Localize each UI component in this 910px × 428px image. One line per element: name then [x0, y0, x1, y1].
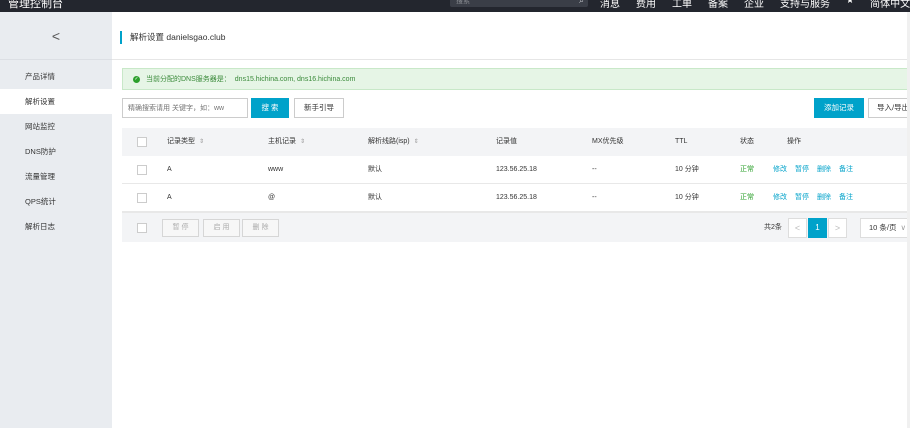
- record-type: A: [167, 194, 172, 201]
- delete-link[interactable]: 删除: [817, 166, 831, 173]
- sidebar-item-dns-protection[interactable]: DNS防护: [0, 139, 112, 164]
- record-line: 默认: [368, 194, 382, 201]
- add-record-button[interactable]: 添加记录: [814, 98, 864, 118]
- record-value: 123.56.25.18: [496, 166, 537, 173]
- record-status: 正常: [740, 166, 754, 173]
- dns-server-notice: ✓ 当前分配的DNS服务器是： dns15.hichina.com, dns16…: [122, 68, 910, 90]
- chevron-down-icon: ∨: [900, 223, 907, 232]
- sidebar-item-traffic-management[interactable]: 流量管理: [0, 164, 112, 189]
- footer-select-all-checkbox[interactable]: [137, 223, 147, 233]
- record-line: 默认: [368, 166, 382, 173]
- next-page-button[interactable]: >: [828, 218, 847, 238]
- edit-link[interactable]: 修改: [773, 194, 787, 201]
- remark-link[interactable]: 备注: [839, 166, 853, 173]
- batch-delete-button[interactable]: 删 除: [242, 219, 279, 237]
- search-button[interactable]: 搜 索: [251, 98, 289, 118]
- table-row: A @ 默认 123.56.25.18 -- 10 分钟 正常 修改 暂停 删除 备注: [122, 184, 910, 212]
- console-title[interactable]: 管理控制台: [8, 0, 63, 11]
- header-status: 状态: [740, 138, 754, 145]
- sidebar-item-product-detail[interactable]: 产品详情: [0, 64, 112, 89]
- record-value: 123.56.25.18: [496, 194, 537, 201]
- top-navbar: 管理控制台 搜索 ⌕ 消息 费用 工单 备案 企业 支持与服务 ★ 简体中文: [0, 0, 910, 12]
- row-checkbox[interactable]: [137, 193, 147, 203]
- record-mx: --: [592, 166, 597, 173]
- sidebar-item-site-monitor[interactable]: 网站监控: [0, 114, 112, 139]
- title-accent-bar: [120, 30, 122, 44]
- record-host: www: [268, 166, 284, 173]
- table-row: A www 默认 123.56.25.18 -- 10 分钟 正常 修改 暂停 删除…: [122, 156, 910, 184]
- page-header: 解析设置 danielsgao.club: [120, 30, 225, 44]
- sort-icon[interactable]: ⇕: [199, 139, 204, 145]
- nav-language[interactable]: 简体中文: [870, 0, 910, 10]
- global-search[interactable]: 搜索 ⌕: [450, 0, 588, 7]
- nav-enterprise[interactable]: 企业: [744, 0, 764, 10]
- bell-icon[interactable]: ★: [846, 0, 854, 10]
- dns-server-label: 当前分配的DNS服务器是：: [146, 76, 231, 83]
- sidebar-item-dns-settings[interactable]: 解析设置: [0, 89, 112, 114]
- guide-button[interactable]: 新手引导: [294, 98, 344, 118]
- import-export-button[interactable]: 导入/导出: [868, 98, 910, 118]
- record-search-field[interactable]: [122, 98, 248, 118]
- check-circle-icon: ✓: [133, 75, 140, 83]
- record-ttl: 10 分钟: [675, 166, 699, 173]
- sort-icon[interactable]: ⇕: [300, 139, 305, 145]
- main-content: 解析设置 danielsgao.club ✓ 当前分配的DNS服务器是： dns…: [112, 12, 910, 428]
- header-type[interactable]: 记录类型 ⇕: [167, 128, 204, 156]
- record-mx: --: [592, 194, 597, 201]
- header-ttl: TTL: [675, 138, 688, 145]
- dns-server-list: dns15.hichina.com, dns16.hichina.com: [234, 75, 356, 83]
- nav-icp[interactable]: 备案: [708, 0, 728, 10]
- nav-tickets[interactable]: 工单: [672, 0, 692, 10]
- search-icon[interactable]: ⌕: [579, 0, 584, 6]
- top-nav-links: 消息 费用 工单 备案 企业 支持与服务 ★ 简体中文: [600, 0, 910, 10]
- header-line[interactable]: 解析线路(isp) ⇕: [368, 128, 419, 156]
- nav-support[interactable]: 支持与服务: [780, 0, 830, 10]
- page-1-button[interactable]: 1: [808, 218, 827, 238]
- delete-link[interactable]: 删除: [817, 194, 831, 201]
- edit-link[interactable]: 修改: [773, 166, 787, 173]
- record-ttl: 10 分钟: [675, 194, 699, 201]
- records-toolbar: 搜 索 新手引导 添加记录 导入/导出: [122, 98, 910, 118]
- global-search-placeholder: 搜索: [456, 0, 470, 5]
- prev-page-button[interactable]: <: [788, 218, 807, 238]
- sort-icon[interactable]: ⇕: [414, 139, 419, 145]
- records-table: 记录类型 ⇕ 主机记录 ⇕ 解析线路(isp) ⇕ 记录值 MX优先级 TTL 状态 …: [122, 128, 910, 242]
- total-count: 共2条: [764, 224, 782, 231]
- header-value: 记录值: [496, 138, 517, 145]
- record-status: 正常: [740, 194, 754, 201]
- row-checkbox[interactable]: [137, 165, 147, 175]
- page-size-select[interactable]: 10 条/页 ∨: [860, 218, 910, 238]
- nav-messages[interactable]: 消息: [600, 0, 620, 10]
- record-actions: 修改 暂停 删除 备注: [773, 184, 861, 212]
- table-footer: 暂 停 启 用 删 除 共2条 < 1 > 10 条/页 ∨: [122, 212, 910, 242]
- pause-link[interactable]: 暂停: [795, 166, 809, 173]
- record-actions: 修改 暂停 删除 备注: [773, 156, 861, 184]
- nav-billing[interactable]: 费用: [636, 0, 656, 10]
- batch-enable-button[interactable]: 启 用: [203, 219, 240, 237]
- record-host: @: [268, 194, 276, 201]
- header-host[interactable]: 主机记录 ⇕: [268, 128, 305, 156]
- sidebar-item-resolve-log[interactable]: 解析日志: [0, 214, 112, 239]
- sidebar-menu: 产品详情 解析设置 网站监控 DNS防护 流量管理 QPS统计 解析日志: [0, 60, 112, 239]
- header-divider: [112, 59, 910, 60]
- batch-pause-button[interactable]: 暂 停: [162, 219, 199, 237]
- page-title: 解析设置 danielsgao.club: [130, 32, 226, 42]
- sidebar-collapse-button[interactable]: <: [0, 12, 112, 60]
- select-all-checkbox[interactable]: [137, 137, 147, 147]
- remark-link[interactable]: 备注: [839, 194, 853, 201]
- chevron-left-icon: <: [51, 27, 61, 44]
- sidebar: < 产品详情 解析设置 网站监控 DNS防护 流量管理 QPS统计 解析日志: [0, 12, 112, 428]
- table-header-row: 记录类型 ⇕ 主机记录 ⇕ 解析线路(isp) ⇕ 记录值 MX优先级 TTL 状态 …: [122, 128, 910, 156]
- header-actions: 操作: [787, 138, 801, 145]
- sidebar-item-qps-stats[interactable]: QPS统计: [0, 189, 112, 214]
- record-type: A: [167, 166, 172, 173]
- header-mx: MX优先级: [592, 138, 624, 145]
- pause-link[interactable]: 暂停: [795, 194, 809, 201]
- record-search-input[interactable]: [123, 99, 247, 117]
